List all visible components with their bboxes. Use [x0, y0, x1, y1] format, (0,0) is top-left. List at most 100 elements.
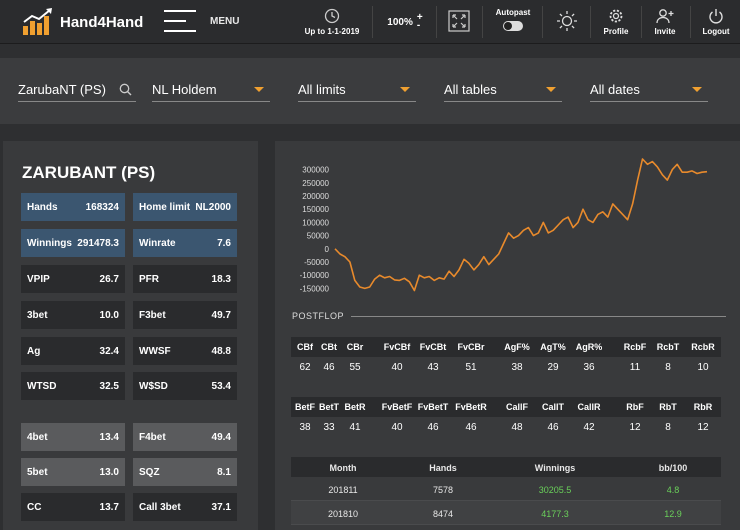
column-header[interactable]: FvCBt	[420, 342, 447, 352]
search-icon[interactable]	[119, 83, 132, 99]
stat-pfr[interactable]: PFR 18.3	[133, 265, 237, 293]
dates-select-value: All dates	[590, 82, 640, 97]
stat-hands[interactable]: Hands 168324	[21, 193, 125, 221]
table-row: 62 46 55 40 43 51 38 29 36 11 8 10	[291, 357, 721, 377]
stat-label: W$SD	[139, 380, 168, 392]
stat-label: 3bet	[27, 309, 48, 321]
divider	[542, 6, 543, 38]
stat-4bet[interactable]: 4bet 13.4	[21, 423, 125, 451]
stat-w-sd[interactable]: W$SD 53.4	[133, 372, 237, 400]
divider	[351, 316, 726, 317]
table-row[interactable]: 201811 7578 30205.5 4.8	[291, 477, 721, 501]
date-filter-button[interactable]: Up to 1-1-2019	[300, 0, 364, 44]
column-header[interactable]: FvCBr	[457, 342, 484, 352]
table-header: Month Hands Winnings bb/100	[291, 457, 721, 477]
column-header[interactable]: RbF	[626, 402, 644, 412]
stat-value: 49.7	[211, 309, 231, 321]
fullscreen-icon	[448, 10, 470, 34]
column-header[interactable]: CallF	[506, 402, 528, 412]
column-header[interactable]: Hands	[429, 463, 457, 473]
table-cell: 30205.5	[538, 485, 572, 495]
column-header[interactable]: bb/100	[659, 463, 688, 473]
column-header[interactable]: FvCBf	[384, 342, 411, 352]
column-header[interactable]: FvBetF	[382, 402, 413, 412]
column-header[interactable]: RbT	[659, 402, 677, 412]
divider	[372, 6, 373, 38]
invite-button[interactable]: Invite	[646, 0, 684, 44]
column-header[interactable]: CBt	[321, 342, 337, 352]
table-cell: 201811	[328, 485, 358, 495]
column-header[interactable]: Winnings	[535, 463, 575, 473]
filter-bar: ZarubaNT (PS) NL Holdem All limits All t…	[0, 58, 740, 124]
profile-button[interactable]: Profile	[596, 0, 636, 44]
player-title: ZARUBANT (PS)	[22, 163, 156, 182]
y-tick-label: 0	[325, 245, 330, 254]
stat-vpip[interactable]: VPIP 26.7	[21, 265, 125, 293]
table-cell: 8	[665, 362, 671, 373]
table-cell: 62	[299, 362, 311, 373]
limits-select[interactable]: All limits	[298, 78, 416, 102]
dates-select[interactable]: All dates	[590, 78, 708, 102]
column-header[interactable]: AgR%	[576, 342, 603, 352]
stat-wwsf[interactable]: WWSF 48.8	[133, 337, 237, 365]
column-header[interactable]: RcbT	[657, 342, 680, 352]
column-header[interactable]: CBf	[297, 342, 313, 352]
table-cell: 4177.3	[541, 509, 569, 519]
fullscreen-button[interactable]	[444, 0, 474, 44]
column-header[interactable]: FvBetR	[455, 402, 487, 412]
stat-wtsd[interactable]: WTSD 32.5	[21, 372, 125, 400]
stat-3bet[interactable]: 3bet 10.0	[21, 301, 125, 329]
stat-sqz[interactable]: SQZ 8.1	[133, 458, 237, 486]
column-header[interactable]: CallT	[542, 402, 564, 412]
column-header[interactable]: BetF	[295, 402, 315, 412]
autopast-toggle[interactable]: Autopast	[490, 0, 536, 44]
menu-button[interactable]: MENU	[164, 10, 239, 32]
player-stats-panel: ZARUBANT (PS) Hands 168324 Home limit NL200…	[3, 141, 258, 530]
theme-button[interactable]	[552, 0, 582, 44]
stat-f3bet[interactable]: F3bet 49.7	[133, 301, 237, 329]
column-header[interactable]: Month	[330, 463, 357, 473]
stat-label: Winnings	[27, 237, 72, 249]
stat-f4bet[interactable]: F4bet 49.4	[133, 423, 237, 451]
table-cell: 11	[629, 362, 641, 373]
game-select[interactable]: NL Holdem	[152, 78, 270, 102]
table-cell: 48	[511, 422, 523, 433]
toggle-switch[interactable]	[503, 21, 523, 31]
column-header[interactable]: RbR	[694, 402, 713, 412]
player-search-input[interactable]: ZarubaNT (PS)	[18, 78, 136, 102]
column-header[interactable]: CallR	[577, 402, 600, 412]
logout-button[interactable]: Logout	[696, 0, 736, 44]
logo[interactable]: Hand4Hand	[22, 8, 143, 36]
stat-winnings[interactable]: Winnings 291478.3	[21, 229, 125, 257]
table-cell: 38	[511, 362, 523, 373]
divider	[482, 6, 483, 38]
table-row[interactable]: 201810 8474 4177.3 12.9	[291, 501, 721, 525]
stat-cc[interactable]: CC 13.7	[21, 493, 125, 521]
tables-select[interactable]: All tables	[444, 78, 562, 102]
stat-call-3bet[interactable]: Call 3bet 37.1	[133, 493, 237, 521]
table-cell: 46	[323, 362, 335, 373]
profile-label: Profile	[603, 27, 629, 36]
column-header[interactable]: RcbF	[624, 342, 647, 352]
column-header[interactable]: AgF%	[504, 342, 530, 352]
y-tick-label: 50000	[307, 232, 330, 241]
top-bar: Hand4Hand MENU Up to 1-1-2019 100% + - A…	[0, 0, 740, 44]
table-cell: 42	[583, 422, 595, 433]
stat-home-limit[interactable]: Home limit NL2000	[133, 193, 237, 221]
clock-icon	[323, 8, 341, 24]
results-panel: 300000 250000 200000 150000 100000 50000 0 -500…	[275, 141, 740, 530]
column-header[interactable]: FvBetT	[418, 402, 449, 412]
column-header[interactable]: RcbR	[691, 342, 715, 352]
table-cell: 46	[427, 422, 439, 433]
column-header[interactable]: CBr	[347, 342, 364, 352]
zoom-control[interactable]: 100% + -	[380, 0, 430, 44]
stat-ag[interactable]: Ag 32.4	[21, 337, 125, 365]
column-header[interactable]: BetT	[319, 402, 339, 412]
stat-winrate[interactable]: Winrate 7.6	[133, 229, 237, 257]
table-cell: 12	[697, 422, 709, 433]
column-header[interactable]: BetR	[344, 402, 365, 412]
zoom-out-button[interactable]: -	[417, 21, 423, 31]
column-header[interactable]: AgT%	[540, 342, 566, 352]
table-cell: 8474	[432, 509, 454, 519]
stat-5bet[interactable]: 5bet 13.0	[21, 458, 125, 486]
